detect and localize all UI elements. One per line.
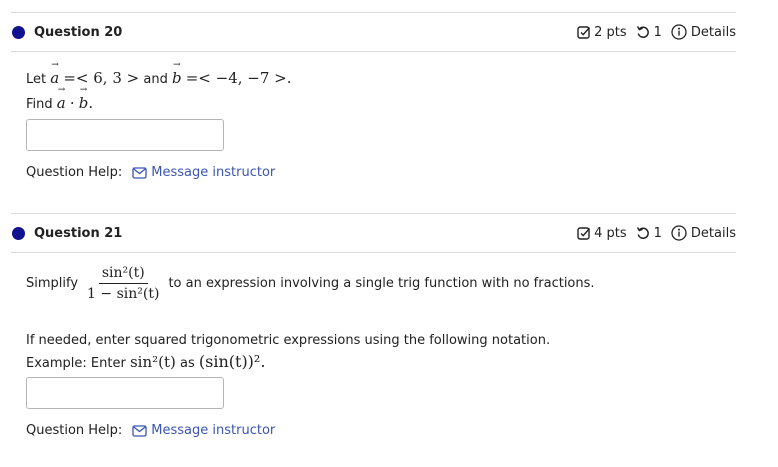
envelope-icon bbox=[132, 424, 147, 437]
period: . bbox=[88, 94, 94, 112]
question-header: Question 20 2 pts 1 Details bbox=[11, 12, 736, 52]
question-status-bullet bbox=[12, 227, 25, 240]
info-circle-icon[interactable] bbox=[671, 24, 687, 40]
question-title: Question 21 bbox=[34, 226, 123, 241]
instruction-text: to an expression involving a single trig… bbox=[168, 276, 595, 291]
vector-b: → b bbox=[78, 85, 89, 112]
example-notation: (sin(t))². bbox=[198, 352, 266, 371]
question-title: Question 20 bbox=[34, 25, 123, 40]
points-icon bbox=[577, 26, 591, 39]
vector-a: → a bbox=[56, 85, 66, 112]
info-circle-icon[interactable] bbox=[671, 225, 687, 241]
tries-count: 1 bbox=[653, 225, 662, 241]
details-link[interactable]: Details bbox=[691, 226, 736, 241]
vector-b-value: =< −4, −7 >. bbox=[185, 69, 292, 87]
answer-input[interactable] bbox=[26, 377, 224, 409]
question-prompt: Find → a · → b. bbox=[26, 85, 94, 112]
question-help: Question Help: Message instructor bbox=[26, 165, 275, 180]
message-instructor-link[interactable]: Message instructor bbox=[132, 423, 275, 438]
question-20: Question 20 2 pts 1 Details Let → a =< 6,… bbox=[11, 12, 736, 180]
tries-count: 1 bbox=[653, 24, 662, 40]
answer-input[interactable] bbox=[26, 119, 224, 151]
help-label: Question Help: bbox=[26, 165, 123, 180]
points-value: 2 pts bbox=[594, 24, 627, 40]
points-value: 4 pts bbox=[594, 225, 627, 241]
question-meta: 2 pts 1 Details bbox=[577, 24, 736, 40]
notation-text: If needed, enter squared trigonometric e… bbox=[26, 333, 551, 348]
points-icon bbox=[577, 227, 591, 240]
fraction-numerator: sin²(t) bbox=[98, 265, 148, 284]
example-prefix: Example: Enter bbox=[26, 356, 126, 371]
question-header: Question 21 4 pts 1 Details bbox=[11, 213, 736, 253]
fraction: sin²(t) 1 − sin²(t) bbox=[84, 265, 162, 302]
notation-example: Example: Enter sin²(t) as (sin(t))². bbox=[26, 352, 265, 371]
let-text: Let bbox=[26, 72, 47, 87]
example-as: as bbox=[180, 356, 195, 371]
question-meta: 4 pts 1 Details bbox=[577, 225, 736, 241]
question-help: Question Help: Message instructor bbox=[26, 423, 275, 438]
message-instructor-link[interactable]: Message instructor bbox=[132, 165, 275, 180]
envelope-icon bbox=[132, 166, 147, 179]
message-instructor-text[interactable]: Message instructor bbox=[151, 165, 275, 180]
dot-operator: · bbox=[69, 94, 75, 112]
details-link[interactable]: Details bbox=[691, 25, 736, 40]
retry-icon bbox=[636, 227, 649, 239]
question-statement: Simplify sin²(t) 1 − sin²(t) to an expre… bbox=[26, 265, 595, 302]
question-status-bullet bbox=[12, 26, 25, 39]
vector-a-value: =< 6, 3 > bbox=[63, 69, 140, 87]
fraction-denominator: 1 − sin²(t) bbox=[87, 286, 160, 302]
retry-icon bbox=[636, 26, 649, 38]
simplify-text: Simplify bbox=[26, 276, 79, 291]
vector-b: → b bbox=[171, 60, 182, 87]
and-text: and bbox=[143, 72, 168, 87]
example-math: sin²(t) bbox=[129, 353, 176, 371]
message-instructor-text[interactable]: Message instructor bbox=[151, 423, 275, 438]
help-label: Question Help: bbox=[26, 423, 123, 438]
question-statement: Let → a =< 6, 3 > and → b =< −4, −7 >. bbox=[26, 60, 292, 87]
find-text: Find bbox=[26, 97, 53, 112]
question-21: Question 21 4 pts 1 Details Simplify sin… bbox=[11, 213, 736, 438]
